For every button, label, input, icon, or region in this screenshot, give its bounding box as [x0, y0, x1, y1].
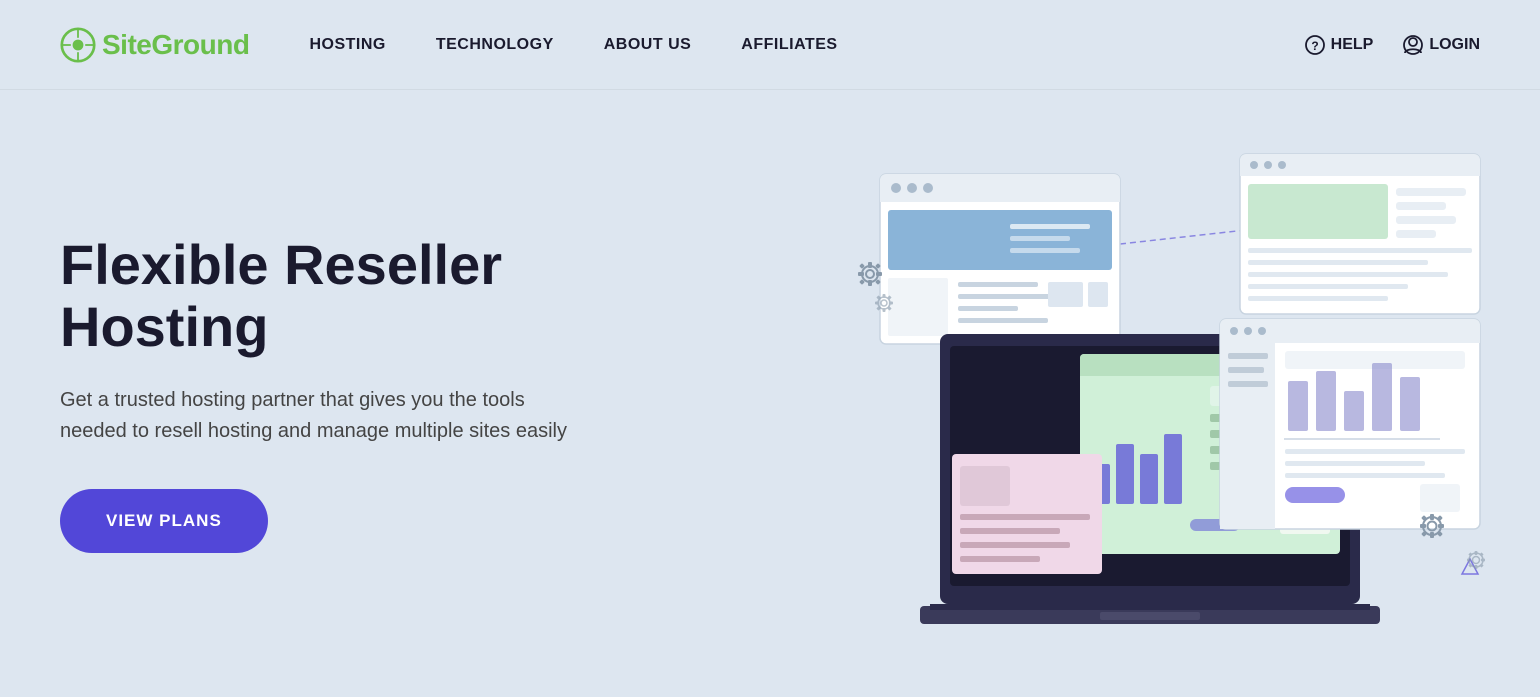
nav-link-about-us[interactable]: ABOUT US — [604, 36, 692, 54]
logo-text: SiteGround — [102, 29, 249, 61]
illustration-svg — [820, 144, 1520, 644]
nav-links: HOSTING TECHNOLOGY ABOUT US AFFILIATES — [309, 36, 1304, 54]
help-button[interactable]: ? HELP — [1305, 35, 1374, 55]
nav-link-technology[interactable]: TECHNOLOGY — [436, 36, 554, 54]
hero-title: Flexible Reseller Hosting — [60, 234, 640, 357]
navbar: SiteGround HOSTING TECHNOLOGY ABOUT US A… — [0, 0, 1540, 90]
login-button[interactable]: LOGIN — [1403, 35, 1480, 55]
nav-link-affiliates[interactable]: AFFILIATES — [741, 36, 837, 54]
nav-right: ? HELP LOGIN — [1305, 35, 1480, 55]
user-icon — [1403, 35, 1423, 55]
svg-text:?: ? — [1311, 39, 1318, 53]
hero-illustration — [820, 144, 1520, 644]
help-label: HELP — [1331, 36, 1374, 54]
hero-content: Flexible Reseller Hosting Get a trusted … — [60, 234, 640, 553]
nav-link-hosting[interactable]: HOSTING — [309, 36, 385, 54]
logo-icon — [60, 27, 96, 63]
hero-subtitle: Get a trusted hosting partner that gives… — [60, 385, 580, 447]
logo-text-site: Site — [102, 29, 151, 60]
logo-text-ground: Ground — [151, 29, 249, 60]
help-icon: ? — [1305, 35, 1325, 55]
hero-section: Flexible Reseller Hosting Get a trusted … — [0, 90, 1540, 697]
login-label: LOGIN — [1429, 36, 1480, 54]
logo[interactable]: SiteGround — [60, 27, 249, 63]
view-plans-button[interactable]: VIEW PLANS — [60, 489, 268, 553]
